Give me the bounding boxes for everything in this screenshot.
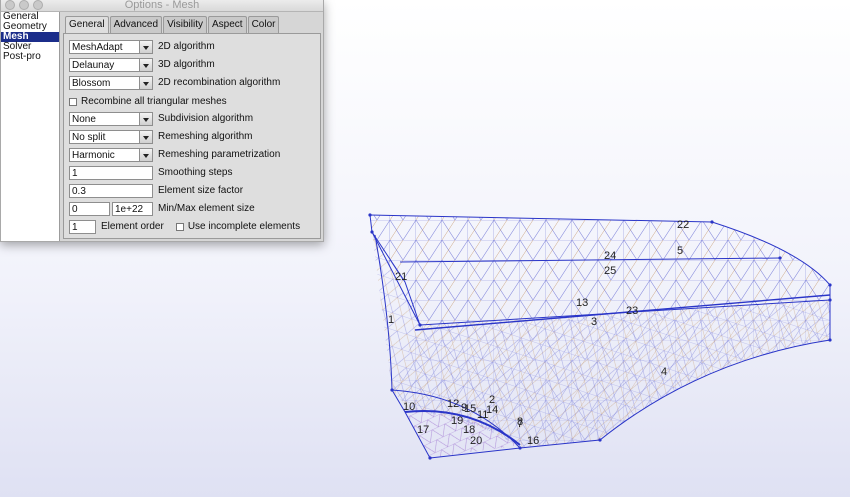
subdivision-label: Subdivision algorithm: [158, 113, 254, 124]
recombination-label: 2D recombination algorithm: [158, 77, 281, 88]
chevron-down-icon[interactable]: [139, 57, 153, 72]
tab-aspect[interactable]: Aspect: [208, 16, 247, 33]
subdivision-select[interactable]: None: [69, 111, 153, 126]
chevron-down-icon[interactable]: [139, 147, 153, 162]
entity-label: 10: [403, 401, 415, 413]
entity-label: 20: [470, 435, 482, 447]
size-factor-input[interactable]: 0.3: [69, 183, 153, 198]
entity-label: 1: [388, 314, 394, 326]
element-order-input[interactable]: 1: [69, 219, 96, 234]
entity-label: 11: [477, 409, 488, 421]
general-panel: MeshAdapt 2D algorithm Delaunay 3D algor…: [63, 33, 321, 239]
subdivision-value: None: [69, 111, 139, 126]
entity-label: 21: [395, 271, 407, 283]
incomplete-elements-checkbox[interactable]: [175, 222, 184, 231]
remesh-param-select[interactable]: Harmonic: [69, 147, 153, 162]
recombination-select[interactable]: Blossom: [69, 75, 153, 90]
chevron-down-icon[interactable]: [139, 129, 153, 144]
element-order-label: Element order: [101, 221, 164, 232]
entity-label: 12: [447, 398, 459, 410]
recombination-value: Blossom: [69, 75, 139, 90]
chevron-down-icon[interactable]: [139, 39, 153, 54]
alg3d-label: 3D algorithm: [158, 59, 215, 70]
remesh-param-value: Harmonic: [69, 147, 139, 162]
entity-label: 17: [417, 424, 429, 436]
alg3d-value: Delaunay: [69, 57, 139, 72]
nav-item-post-pro[interactable]: Post-pro: [1, 52, 59, 62]
remeshing-label: Remeshing algorithm: [158, 131, 253, 142]
remesh-param-label: Remeshing parametrization: [158, 149, 281, 160]
entity-label: 16: [527, 435, 539, 447]
window-title: Options - Mesh: [124, 0, 200, 11]
tab-bar: General Advanced Visibility Aspect Color: [65, 16, 280, 34]
remeshing-select[interactable]: No split: [69, 129, 153, 144]
entity-label: 19: [451, 415, 463, 427]
chevron-down-icon[interactable]: [139, 111, 153, 126]
entity-label: 24: [604, 250, 616, 262]
chevron-down-icon[interactable]: [139, 75, 153, 90]
alg2d-select[interactable]: MeshAdapt: [69, 39, 153, 54]
alg3d-select[interactable]: Delaunay: [69, 57, 153, 72]
tab-visibility[interactable]: Visibility: [163, 16, 207, 33]
max-size-input[interactable]: 1e+22: [112, 201, 153, 216]
options-window: Options - Mesh General Geometry Mesh Sol…: [0, 0, 324, 242]
entity-label: 22: [677, 219, 689, 231]
minmax-size-label: Min/Max element size: [158, 203, 255, 214]
entity-label: 23: [626, 305, 638, 317]
entity-label: 9: [461, 402, 467, 414]
recombine-all-checkbox[interactable]: [69, 97, 77, 106]
tab-general[interactable]: General: [65, 16, 109, 34]
entity-label: 8: [517, 416, 523, 428]
tab-advanced[interactable]: Advanced: [109, 16, 163, 33]
alg2d-value: MeshAdapt: [69, 39, 139, 54]
entity-label: 13: [576, 297, 588, 309]
entity-label: 5: [677, 245, 683, 257]
entity-label: 3: [591, 316, 597, 328]
recombine-all-label: Recombine all triangular meshes: [81, 96, 227, 107]
min-size-input[interactable]: 0: [69, 201, 110, 216]
tab-color[interactable]: Color: [247, 16, 280, 33]
entity-label: 25: [604, 265, 616, 277]
alg2d-label: 2D algorithm: [158, 41, 215, 52]
entity-label: 4: [661, 366, 667, 378]
category-list: General Geometry Mesh Solver Post-pro: [1, 12, 60, 241]
remeshing-value: No split: [69, 129, 139, 144]
smoothing-steps-input[interactable]: 1: [69, 165, 153, 180]
smoothing-steps-label: Smoothing steps: [158, 167, 233, 178]
size-factor-label: Element size factor: [158, 185, 244, 196]
incomplete-elements-label: Use incomplete elements: [187, 221, 301, 232]
title-bar: Options - Mesh: [1, 0, 323, 12]
